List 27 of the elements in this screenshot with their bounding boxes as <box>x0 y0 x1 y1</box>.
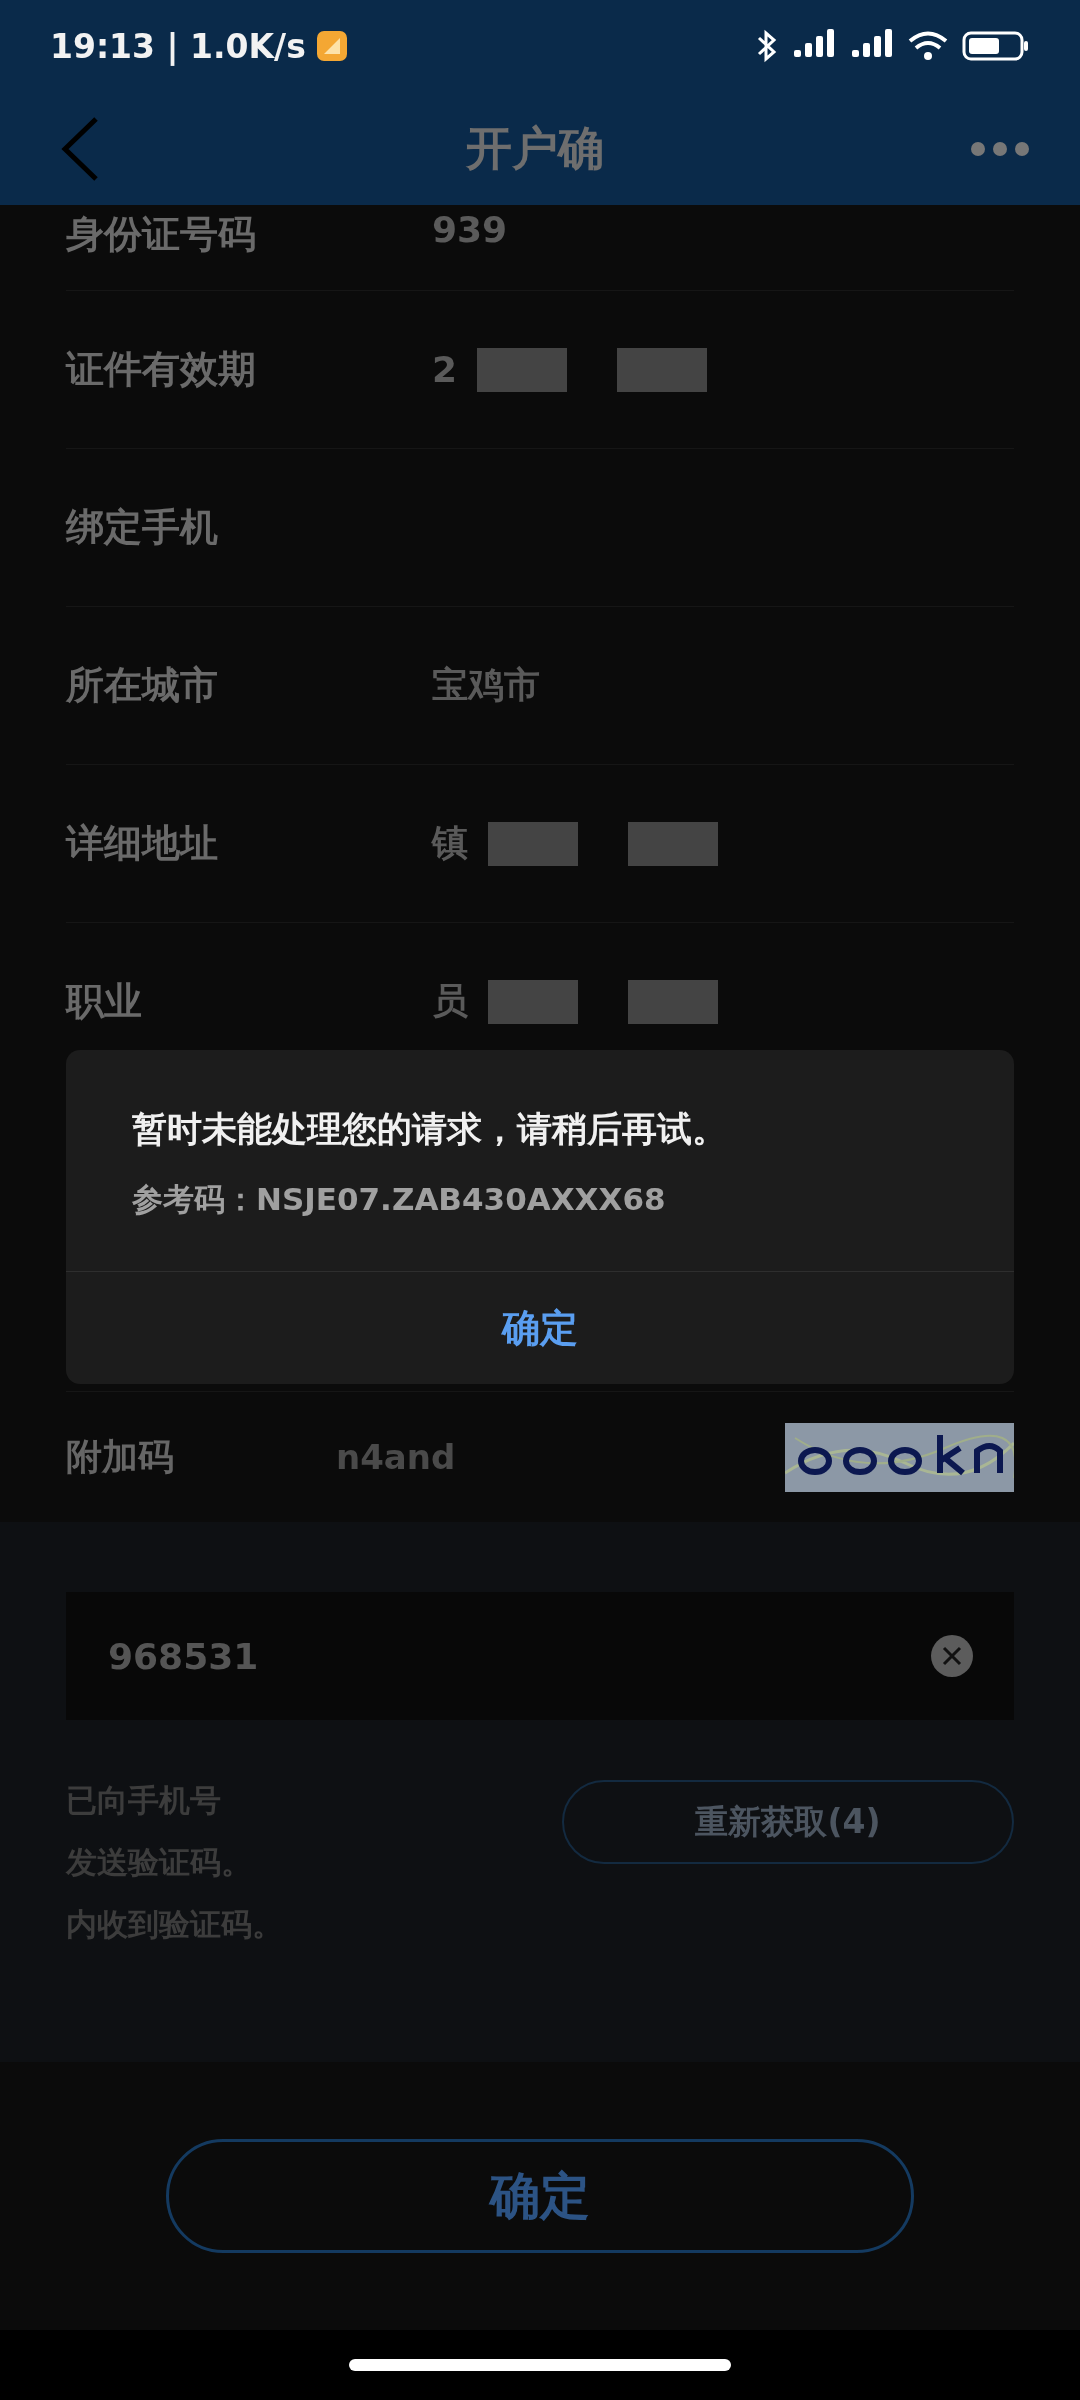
field-label: 绑定手机 <box>66 504 219 551</box>
field-label: 身份证号码 <box>66 211 257 258</box>
dialog-message: 暂时未能处理您的请求，请稍后再试。 <box>132 1108 728 1151</box>
field-label: 证件有效期 <box>66 346 257 393</box>
field-label: 所在城市 <box>66 662 219 709</box>
dialog-confirm-button[interactable]: 确定 <box>66 1272 1014 1384</box>
page-title: 开户确 <box>466 119 604 177</box>
status-time: 19:13 | 1.0K/s <box>50 26 306 66</box>
code-input-field[interactable]: 968531 <box>66 1592 1014 1720</box>
field-label: 详细地址 <box>66 820 219 867</box>
bluetooth-icon <box>756 28 778 64</box>
more-icon[interactable] <box>970 140 1030 157</box>
confirm-button[interactable]: 确定 <box>166 2139 914 2253</box>
field-label: 职业 <box>66 978 143 1025</box>
field-value: 员 <box>432 979 468 1023</box>
clear-icon[interactable] <box>930 1634 974 1678</box>
resend-button[interactable]: 重新获取(4) <box>562 1780 1014 1864</box>
field-value: 2 <box>432 349 458 390</box>
field-value: 宝鸡市 <box>432 663 540 707</box>
field-label: 附加码 <box>66 1434 175 1479</box>
battery-icon <box>962 30 1030 62</box>
field-value: 939 <box>432 209 508 250</box>
notification-icon <box>315 30 348 62</box>
field-value: n4and <box>336 1437 457 1477</box>
reference-code: 参考码：NSJE07.ZAB430AXXX68 <box>132 1180 667 1219</box>
wifi-icon <box>906 29 950 63</box>
field-value: 镇 <box>432 821 468 865</box>
